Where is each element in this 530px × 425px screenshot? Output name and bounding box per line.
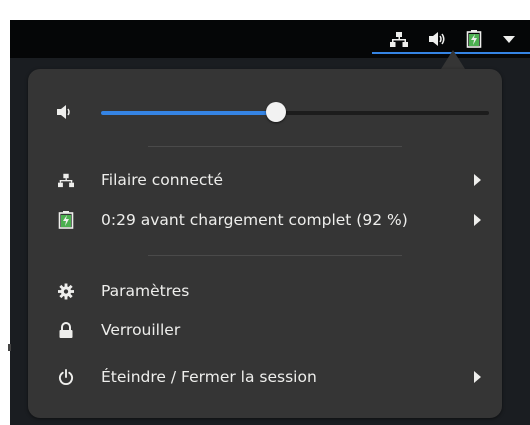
battery-charging-icon (466, 30, 482, 48)
network-wired-icon (58, 172, 74, 188)
submenu-arrow-icon (474, 214, 481, 226)
wired-connection-item[interactable]: Filaire connecté (28, 163, 502, 197)
submenu-arrow-icon (474, 174, 481, 186)
battery-charging-icon (58, 211, 74, 229)
volume-slider[interactable] (101, 102, 489, 122)
network-wired-icon (390, 31, 408, 47)
battery-item[interactable]: 0:29 avant chargement complet (92 %) (28, 203, 502, 237)
volume-slider-fill (101, 111, 276, 115)
volume-slider-knob[interactable] (265, 102, 286, 122)
settings-item[interactable]: Paramètres (28, 274, 502, 308)
settings-icon (58, 283, 74, 299)
separator (148, 255, 402, 256)
lock-icon (58, 321, 74, 338)
lock-label: Verrouiller (101, 321, 181, 339)
desktop-edge (8, 344, 11, 351)
submenu-arrow-icon (474, 371, 481, 383)
power-off-logout-item[interactable]: Éteindre / Fermer la session (28, 360, 502, 394)
dropdown-arrow-icon (502, 34, 516, 44)
system-menu: Filaire connecté 0:29 avant chargement c… (28, 69, 502, 418)
battery-status-label: 0:29 avant chargement complet (92 %) (101, 211, 408, 229)
audio-volume-icon (428, 31, 446, 47)
power-off-logout-label: Éteindre / Fermer la session (101, 368, 317, 386)
separator (148, 146, 402, 147)
settings-label: Paramètres (101, 282, 190, 300)
audio-volume-low-icon (56, 104, 74, 124)
lock-item[interactable]: Verrouiller (28, 313, 502, 347)
menu-pointer (441, 50, 465, 69)
power-icon (58, 368, 74, 385)
wired-connection-label: Filaire connecté (101, 171, 224, 189)
